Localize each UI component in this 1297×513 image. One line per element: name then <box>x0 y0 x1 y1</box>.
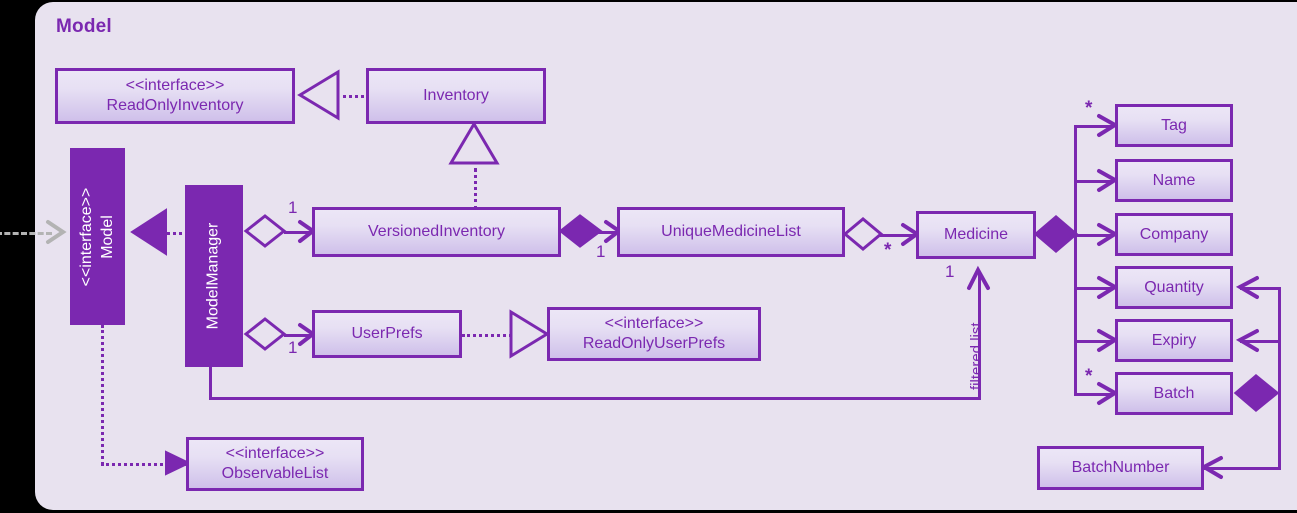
package-title: Model <box>56 16 112 37</box>
medicine-batch-branch <box>1074 393 1112 396</box>
class-name-label: UniqueMedicineList <box>661 223 801 240</box>
batch-batchnumber-branch <box>1204 467 1281 470</box>
class-company[interactable]: Company <box>1115 213 1233 256</box>
modelmanager-realizes-model-line <box>160 232 188 235</box>
medicine-tag-branch <box>1074 125 1112 128</box>
class-name[interactable]: Name <box>1115 159 1233 202</box>
class-name-label: ReadOnlyUserPrefs <box>582 335 726 352</box>
class-name-label: Tag <box>1161 116 1187 134</box>
class-readonlyuserprefs[interactable]: <<interface>> ReadOnlyUserPrefs <box>547 307 761 361</box>
class-userprefs[interactable]: UserPrefs <box>312 310 462 358</box>
stereotype-label: <<interface>> <box>225 445 325 462</box>
class-medicine[interactable]: Medicine <box>916 211 1036 259</box>
batch-quantity-branch <box>1240 287 1281 290</box>
class-name-label: Company <box>1139 225 1209 243</box>
class-modelmanager-text: ModelManager <box>204 223 225 330</box>
class-name-label: UserPrefs <box>351 325 423 342</box>
multiplicity-medicine-filteredlist: 1 <box>945 262 955 281</box>
class-uniquemedicinelist[interactable]: UniqueMedicineList <box>617 207 845 257</box>
filtered-list-label: filtered list <box>968 322 985 390</box>
class-expiry[interactable]: Expiry <box>1115 319 1233 362</box>
filtered-list-across-segment <box>209 397 981 400</box>
model-observablelist-horizontal <box>101 463 186 466</box>
class-tag[interactable]: Tag <box>1115 104 1233 147</box>
class-quantity[interactable]: Quantity <box>1115 266 1233 309</box>
stereotype-label: <<interface>> <box>125 77 225 94</box>
filtered-list-down-segment <box>209 367 212 400</box>
multiplicity-modelmanager-versionedinventory: 1 <box>288 198 298 217</box>
medicine-company-branch <box>1074 234 1112 237</box>
class-modelmanager[interactable]: ModelManager <box>185 185 243 367</box>
class-batchnumber[interactable]: BatchNumber <box>1037 446 1204 490</box>
class-name-label: Quantity <box>1144 278 1204 296</box>
class-name-label: BatchNumber <box>1071 459 1170 476</box>
class-versionedinventory[interactable]: VersionedInventory <box>312 207 561 257</box>
class-batch[interactable]: Batch <box>1115 372 1233 415</box>
medicine-name-branch <box>1074 180 1112 183</box>
class-name-label: Medicine <box>943 226 1009 243</box>
uml-class-diagram: Model VersionedInventory --> UserPrefs -… <box>0 0 1297 513</box>
class-name-label: ModelManager <box>204 222 222 330</box>
versionedinventory-uniquemedicinelist-line <box>592 231 618 234</box>
class-name-label: Name <box>1152 171 1196 189</box>
batch-attributes-trunk <box>1278 287 1281 469</box>
class-model[interactable]: <<interface>> Model <box>70 148 125 325</box>
modelmanager-userprefs-line <box>284 334 312 337</box>
multiplicity-uniquemedicinelist-medicine: * <box>884 240 892 261</box>
multiplicity-versionedinventory-uniquemedicinelist: 1 <box>596 242 606 261</box>
stereotype-label: <<interface>> <box>604 315 704 332</box>
class-observablelist[interactable]: <<interface>> ObservableList <box>186 437 364 491</box>
multiplicity-medicine-batch: * <box>1085 366 1093 387</box>
medicine-quantity-branch <box>1074 287 1112 290</box>
multiplicity-modelmanager-userprefs: 1 <box>288 338 298 357</box>
uniquemedicinelist-medicine-line <box>880 234 917 237</box>
multiplicity-medicine-tag: * <box>1085 98 1093 119</box>
class-name-label: Inventory <box>423 87 489 104</box>
modelmanager-versionedinventory-line <box>284 231 312 234</box>
medicine-attributes-trunk <box>1074 126 1077 394</box>
model-observablelist-vertical <box>101 325 104 465</box>
class-name-label: ObservableList <box>221 465 329 482</box>
versionedinventory-realizes-inventory-line <box>474 168 477 210</box>
class-name-label: Model <box>98 214 116 259</box>
external-dependency-line <box>0 232 52 235</box>
batch-expiry-branch <box>1240 340 1281 343</box>
class-name-label: VersionedInventory <box>368 223 505 240</box>
class-name-label: Batch <box>1153 384 1195 402</box>
medicine-expiry-branch <box>1074 340 1112 343</box>
class-model-text: <<interface>> Model <box>77 187 119 286</box>
class-name-label: ReadOnlyInventory <box>106 97 244 114</box>
class-readonlyinventory[interactable]: <<interface>> ReadOnlyInventory <box>55 68 295 124</box>
class-inventory[interactable]: Inventory <box>366 68 546 124</box>
class-name-label: Expiry <box>1151 331 1197 349</box>
stereotype-label: <<interface>> <box>77 187 95 286</box>
userprefs-realizes-readonlyuserprefs-line <box>462 334 512 337</box>
